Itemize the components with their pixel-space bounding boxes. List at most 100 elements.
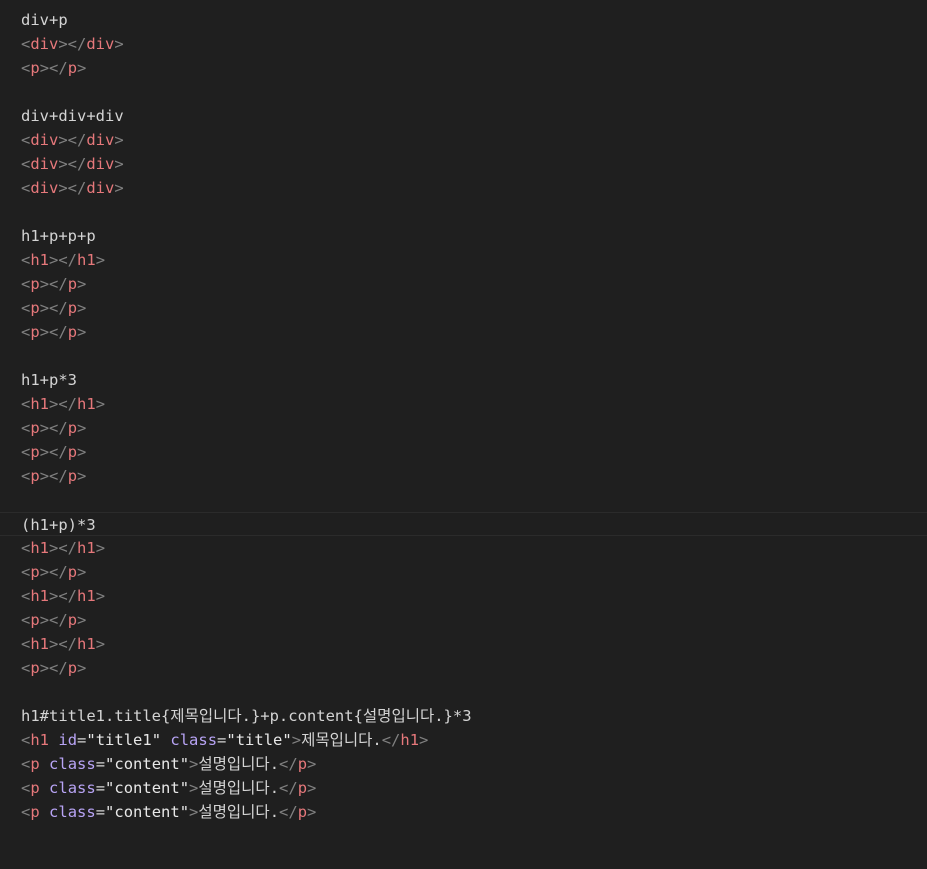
code-line[interactable]: <p></p>	[0, 656, 927, 680]
code-text: (h1+p)*3	[21, 516, 96, 534]
code-line[interactable]: <p></p>	[0, 272, 927, 296]
code-punctuation: >	[307, 803, 317, 821]
code-line[interactable]: <h1></h1>	[0, 584, 927, 608]
code-line[interactable]: div+p	[0, 8, 927, 32]
code-line[interactable]: <p></p>	[0, 296, 927, 320]
code-line[interactable]: h1#title1.title{제목입니다.}+p.content{설명입니다.…	[0, 704, 927, 728]
code-tag-name: p	[30, 779, 40, 797]
code-line[interactable]: div+div+div	[0, 104, 927, 128]
code-line[interactable]: <h1></h1>	[0, 248, 927, 272]
code-tag-name: p	[30, 419, 40, 437]
code-punctuation: >	[77, 443, 87, 461]
code-punctuation: >	[114, 131, 124, 149]
code-tag-name: p	[30, 563, 40, 581]
code-line[interactable]: <h1></h1>	[0, 392, 927, 416]
code-tag-name: p	[30, 659, 40, 677]
code-line[interactable]: <div></div>	[0, 128, 927, 152]
code-punctuation: >	[419, 731, 429, 749]
empty-code-line[interactable]	[0, 344, 927, 368]
code-equals: =	[95, 803, 106, 821]
code-punctuation: ></	[49, 635, 78, 653]
code-attribute-value: "title1"	[86, 731, 162, 749]
code-punctuation: <	[21, 755, 31, 773]
code-punctuation: >	[189, 755, 199, 773]
code-punctuation: >	[95, 395, 106, 413]
code-tag-name: p	[67, 299, 78, 317]
code-tag-name: h1	[77, 587, 96, 605]
code-punctuation: ></	[39, 299, 68, 317]
code-punctuation: <	[21, 275, 31, 293]
code-tag-name: h1	[30, 251, 50, 269]
code-tag-name: p	[67, 419, 78, 437]
code-line[interactable]: <p class="content">설명입니다.</p>	[0, 800, 927, 824]
code-punctuation: <	[21, 299, 31, 317]
code-tag-name: h1	[400, 731, 420, 749]
code-equals: =	[95, 755, 106, 773]
code-line[interactable]: <p></p>	[0, 416, 927, 440]
code-punctuation: ></	[58, 155, 87, 173]
code-attribute-name: class	[49, 779, 96, 797]
code-tag-name: p	[67, 467, 78, 485]
code-line[interactable]: <h1></h1>	[0, 632, 927, 656]
empty-code-line[interactable]	[0, 680, 927, 704]
code-line[interactable]: <p class="content">설명입니다.</p>	[0, 752, 927, 776]
code-line[interactable]: <p></p>	[0, 56, 927, 80]
code-punctuation: >	[189, 803, 199, 821]
code-punctuation: >	[95, 539, 106, 557]
code-punctuation: >	[77, 467, 87, 485]
code-line[interactable]: (h1+p)*3	[0, 512, 927, 536]
code-line[interactable]: <div></div>	[0, 32, 927, 56]
code-text: h1#title1.title{제목입니다.}+p.content{설명입니다.…	[21, 707, 472, 725]
code-punctuation: </	[279, 779, 298, 797]
code-text: 설명입니다.	[198, 755, 280, 773]
code-punctuation: <	[21, 731, 31, 749]
code-line[interactable]: <p></p>	[0, 464, 927, 488]
code-punctuation: </	[279, 755, 298, 773]
code-punctuation: ></	[39, 659, 68, 677]
code-tag-name: h1	[30, 539, 50, 557]
code-punctuation: ></	[58, 131, 87, 149]
code-line[interactable]: <p></p>	[0, 608, 927, 632]
code-tag-name: h1	[77, 635, 96, 653]
code-text: 제목입니다.	[301, 731, 382, 749]
code-line[interactable]: h1+p+p+p	[0, 224, 927, 248]
code-tag-name: p	[30, 755, 40, 773]
code-punctuation: <	[21, 155, 31, 173]
code-tag-name: div	[30, 35, 59, 53]
empty-code-line[interactable]	[0, 80, 927, 104]
code-tag-name: p	[297, 803, 308, 821]
empty-code-line[interactable]	[0, 488, 927, 512]
code-tag-name: h1	[30, 731, 50, 749]
code-punctuation: >	[77, 275, 87, 293]
code-tag-name: p	[297, 779, 308, 797]
code-attribute-value: "content"	[105, 803, 190, 821]
code-tag-name: p	[67, 59, 78, 77]
code-text: h1+p*3	[21, 371, 77, 389]
code-editor[interactable]: div+p <div></div> <p></p> div+div+div <div><…	[0, 8, 927, 824]
code-line[interactable]: <p></p>	[0, 320, 927, 344]
empty-code-line[interactable]	[0, 200, 927, 224]
code-line[interactable]: <div></div>	[0, 152, 927, 176]
code-tag-name: h1	[77, 395, 96, 413]
code-line[interactable]: <p></p>	[0, 440, 927, 464]
code-line[interactable]: <h1 id="title1" class="title">제목입니다.</h1…	[0, 728, 927, 752]
code-text: div+p	[21, 11, 68, 29]
code-line[interactable]: <p class="content">설명입니다.</p>	[0, 776, 927, 800]
code-attribute-name: id	[58, 731, 78, 749]
code-equals: =	[77, 731, 87, 749]
code-punctuation: >	[114, 35, 124, 53]
code-tag-name: p	[30, 443, 40, 461]
code-line[interactable]: h1+p*3	[0, 368, 927, 392]
code-punctuation: ></	[39, 443, 68, 461]
code-punctuation: <	[21, 395, 31, 413]
code-punctuation: >	[291, 731, 302, 749]
code-line[interactable]: <h1></h1>	[0, 536, 927, 560]
code-punctuation: ></	[39, 563, 68, 581]
code-punctuation: ></	[49, 587, 78, 605]
code-tag-name: p	[30, 803, 40, 821]
code-line[interactable]: <p></p>	[0, 560, 927, 584]
code-punctuation: >	[77, 299, 87, 317]
code-tag-name: p	[67, 275, 78, 293]
code-tag-name: p	[297, 755, 308, 773]
code-line[interactable]: <div></div>	[0, 176, 927, 200]
